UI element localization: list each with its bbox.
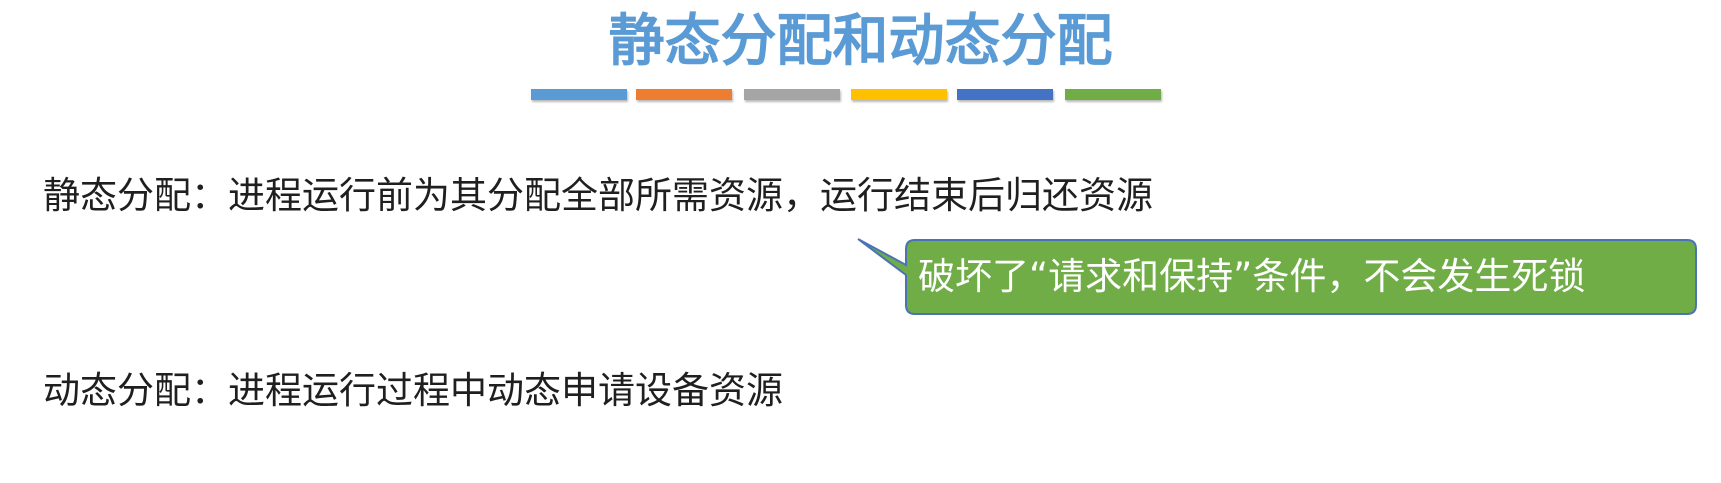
color-bar-darkblue	[957, 89, 1053, 100]
color-bar-orange	[636, 89, 732, 100]
color-bar-gray	[744, 89, 840, 100]
dynamic-allocation-text: 动态分配：进程运行过程中动态申请设备资源	[43, 369, 783, 412]
title-underline-bars	[531, 89, 1171, 102]
callout-bubble: 破坏了“请求和保持”条件，不会发生死锁	[857, 237, 1698, 317]
static-allocation-text: 静态分配：进程运行前为其分配全部所需资源，运行结束后归还资源	[43, 174, 1153, 217]
slide-title: 静态分配和动态分配	[608, 9, 1113, 74]
color-bar-yellow	[851, 89, 947, 100]
color-bar-green	[1065, 89, 1161, 100]
callout-text: 破坏了“请求和保持”条件，不会发生死锁	[918, 255, 1586, 298]
color-bar-blue	[531, 89, 627, 100]
